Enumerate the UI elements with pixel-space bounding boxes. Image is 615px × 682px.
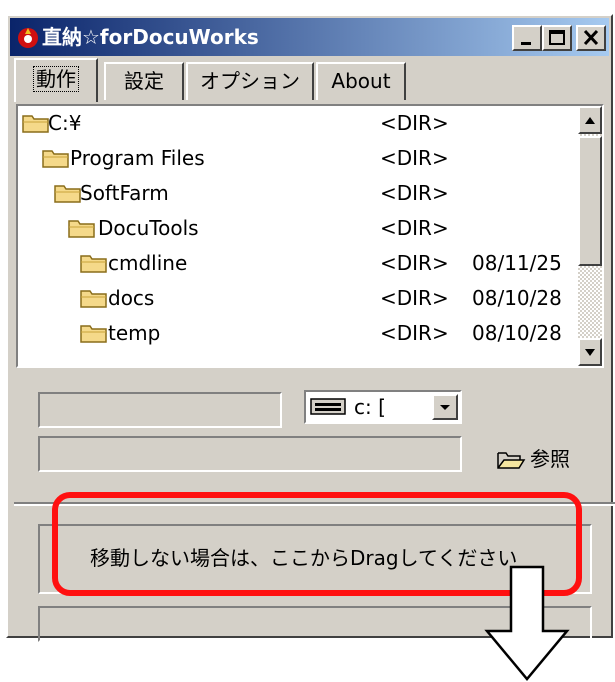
drive-value: c: [ xyxy=(354,395,386,419)
scroll-down-button[interactable] xyxy=(578,338,602,366)
title-bar[interactable]: 直納☆forDocuWorks xyxy=(10,18,609,56)
list-item-name: DocuTools xyxy=(98,216,199,240)
list-item-type: <DIR> xyxy=(380,251,449,275)
list-item-name: SoftFarm xyxy=(80,181,169,205)
chevron-down-icon xyxy=(440,405,450,410)
folder-icon xyxy=(42,150,69,168)
tab-about[interactable]: About xyxy=(316,62,406,100)
path-field-1[interactable] xyxy=(38,392,282,428)
vertical-scrollbar[interactable] xyxy=(578,106,602,366)
maximize-button[interactable] xyxy=(542,25,572,51)
list-item[interactable]: Program Files <DIR> xyxy=(18,141,578,175)
scroll-up-button[interactable] xyxy=(578,106,602,134)
app-icon xyxy=(18,28,38,48)
tab-settings-label: 設定 xyxy=(124,69,164,93)
list-item-type: <DIR> xyxy=(380,111,449,135)
close-button[interactable] xyxy=(576,25,606,51)
list-item-type: <DIR> xyxy=(380,146,449,170)
list-item[interactable]: C:¥ <DIR> xyxy=(18,106,578,140)
drive-select[interactable]: c: [ xyxy=(304,390,462,424)
list-item[interactable]: SoftFarm <DIR> xyxy=(18,176,578,210)
minimize-button[interactable] xyxy=(512,25,542,51)
open-folder-icon xyxy=(497,452,526,469)
tab-action[interactable]: 動作 xyxy=(14,58,98,102)
down-arrow-icon xyxy=(585,349,595,356)
list-item[interactable]: cmdline <DIR> 08/11/25 xyxy=(18,246,578,280)
list-item[interactable]: DocuTools <DIR> xyxy=(18,211,578,245)
tab-settings[interactable]: 設定 xyxy=(104,62,184,100)
list-item-type: <DIR> xyxy=(380,181,449,205)
list-item-date: 08/10/28 xyxy=(472,286,562,310)
list-item-name: docs xyxy=(108,286,155,310)
folder-listbox[interactable]: C:¥ <DIR> Program Files <DIR> SoftFarm <… xyxy=(16,104,604,368)
browse-label: 参照 xyxy=(530,447,570,471)
tab-options-label: オプション xyxy=(200,69,300,93)
drive-icon xyxy=(310,398,346,415)
folder-icon xyxy=(80,325,107,343)
scroll-thumb[interactable] xyxy=(578,136,602,266)
folder-icon xyxy=(80,290,107,308)
tab-about-label: About xyxy=(331,69,391,93)
list-item-type: <DIR> xyxy=(380,286,449,310)
list-item-date: 08/10/28 xyxy=(472,321,562,345)
tab-action-label: 動作 xyxy=(33,66,79,92)
folder-icon xyxy=(80,255,107,273)
folder-icon xyxy=(54,185,81,203)
list-item-name: Program Files xyxy=(70,146,205,170)
path-field-2[interactable] xyxy=(38,436,462,472)
down-arrow-icon xyxy=(484,565,570,681)
drive-dropdown-button[interactable] xyxy=(432,394,458,420)
close-icon xyxy=(583,29,599,46)
list-item[interactable]: temp <DIR> 08/10/28 xyxy=(18,316,578,350)
up-arrow-icon xyxy=(585,117,595,124)
minimize-icon xyxy=(521,42,531,45)
list-item-date: 08/11/25 xyxy=(472,251,562,275)
list-item-name: C:¥ xyxy=(48,111,82,135)
tab-options[interactable]: オプション xyxy=(186,62,314,100)
list-item[interactable]: docs <DIR> 08/10/28 xyxy=(18,281,578,315)
list-item-name: cmdline xyxy=(108,251,188,275)
tab-strip: 動作 設定 オプション About xyxy=(12,58,607,102)
folder-icon xyxy=(68,220,95,238)
maximize-icon xyxy=(549,30,565,45)
list-item-type: <DIR> xyxy=(380,216,449,240)
list-item-type: <DIR> xyxy=(380,321,449,345)
window-title: 直納☆forDocuWorks xyxy=(42,25,259,49)
folder-icon xyxy=(22,115,49,133)
list-item-name: temp xyxy=(108,321,161,345)
